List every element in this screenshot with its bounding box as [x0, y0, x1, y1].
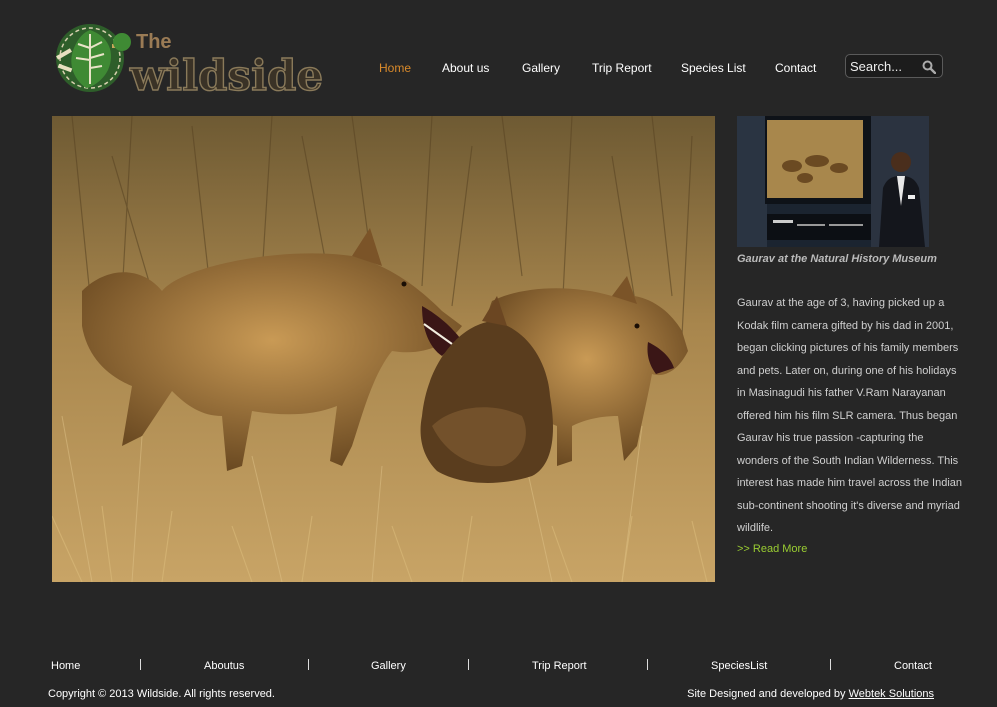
site-logo[interactable]: The wildside — [50, 18, 340, 98]
footer-separator — [830, 659, 831, 670]
read-more-link[interactable]: >> Read More — [737, 543, 807, 555]
nav-contact[interactable]: Contact — [775, 61, 816, 75]
copyright-text: Copyright © 2013 Wildside. All rights re… — [48, 688, 275, 700]
footer-nav-trip-report[interactable]: Trip Report — [532, 660, 587, 672]
leaf-camera-emblem — [56, 24, 131, 92]
search-icon[interactable] — [922, 60, 936, 74]
logo-small-word: The — [136, 31, 172, 53]
nav-species-list[interactable]: Species List — [681, 61, 746, 75]
footer-separator — [140, 659, 141, 670]
nav-about-us[interactable]: About us — [442, 61, 489, 75]
photo-caption: Gaurav at the Natural History Museum — [737, 253, 937, 265]
credit-prefix: Site Designed and developed by — [687, 688, 849, 700]
nav-home[interactable]: Home — [379, 61, 411, 75]
webtek-link[interactable]: Webtek Solutions — [849, 688, 934, 700]
footer-nav-home[interactable]: Home — [51, 660, 80, 672]
nav-gallery[interactable]: Gallery — [522, 61, 560, 75]
footer-nav-contact[interactable]: Contact — [894, 660, 932, 672]
footer-nav-species-list[interactable]: SpeciesList — [711, 660, 767, 672]
footer-separator — [308, 659, 309, 670]
hero-photo — [52, 116, 715, 582]
footer-nav-about-us[interactable]: Aboutus — [204, 660, 244, 672]
footer-nav-gallery[interactable]: Gallery — [371, 660, 406, 672]
museum-photo[interactable] — [737, 116, 929, 247]
credit-text: Site Designed and developed by Webtek So… — [687, 688, 934, 700]
nav-trip-report[interactable]: Trip Report — [592, 61, 652, 75]
bio-text: Gaurav at the age of 3, having picked up… — [737, 297, 963, 534]
search-input[interactable] — [850, 58, 916, 74]
footer-separator — [468, 659, 469, 670]
search-box — [845, 54, 943, 78]
footer-separator — [647, 659, 648, 670]
